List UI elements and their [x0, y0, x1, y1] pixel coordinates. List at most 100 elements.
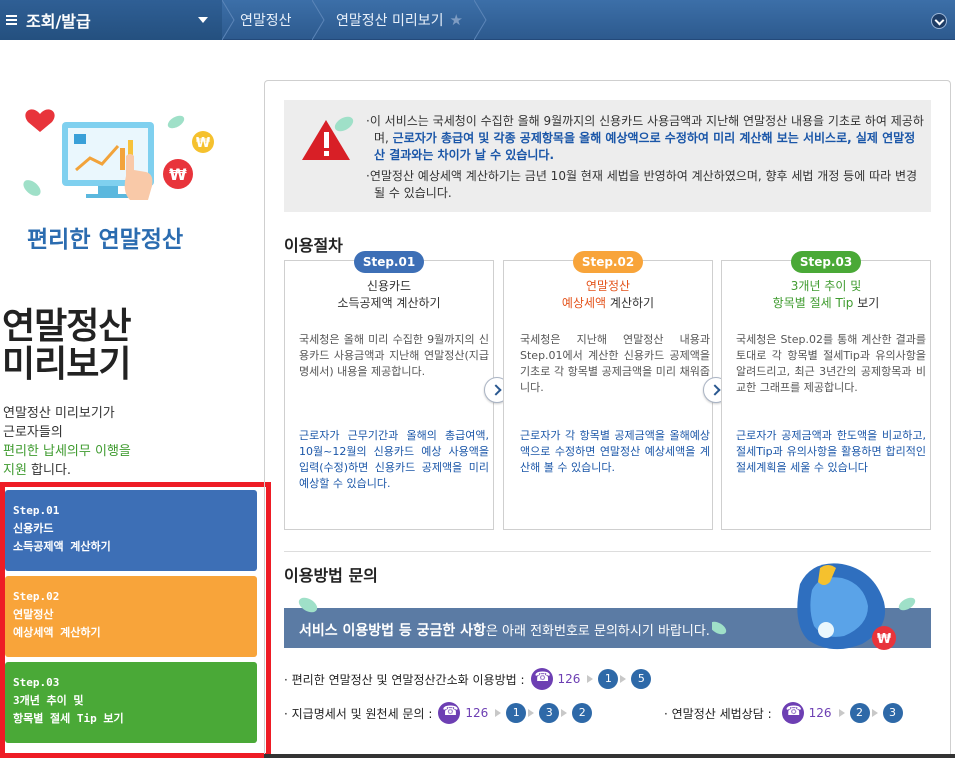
key-badge: 2 — [572, 703, 593, 723]
menu-dropdown[interactable]: 조회/발급 — [0, 0, 222, 40]
monitor-illustration: ₩ ₩ — [23, 109, 214, 200]
favorite-star-icon[interactable]: ★ — [450, 11, 463, 29]
step-label: 소득공제액 계산하기 — [13, 540, 111, 553]
card-heading-line: 보기 — [853, 296, 880, 310]
arrow-right-icon — [561, 709, 568, 717]
arrow-right-icon — [495, 709, 502, 717]
arrow-right-icon — [620, 675, 627, 683]
step-pill: Step.02 — [573, 251, 643, 273]
phone-number: 126 — [465, 706, 489, 720]
contact-row-withholding: · 지급명세서 및 원천세 문의 : 126 1 3 2 — [284, 702, 593, 724]
step-pill: Step.03 — [791, 251, 861, 273]
phone-icon — [781, 702, 804, 724]
contact-label: · 연말정산 세법상담 : — [664, 706, 772, 721]
banner-text: 은 아래 전화번호로 문의하시기 바랍니다. — [485, 624, 710, 639]
banner-bold-text: 서비스 이용방법 등 궁금한 사항 — [299, 623, 486, 639]
key-badge: 2 — [849, 703, 870, 723]
contact-label: · 지급명세서 및 원천세 문의 : — [284, 706, 433, 721]
key-badge: 1 — [506, 703, 527, 723]
step-label: 신용카드 — [13, 522, 54, 535]
menu-title: 조회/발급 — [26, 12, 91, 31]
key-badge: 3 — [539, 703, 560, 723]
card-blue-text: 근로자가 근무기간과 올해의 총급여액, 10월~12월의 신용카드 예상 사용… — [299, 429, 489, 490]
top-navigation-bar: 조회/발급 연말정산 연말정산 미리보기 ★ — [0, 0, 955, 40]
card-blue-text: 근로자가 공제금액과 한도액을 비교하고, 절세Tip과 유의사항을 활용하면 … — [736, 429, 926, 474]
inquiry-banner-text: 서비스 이용방법 등 궁금한 사항은 아래 전화번호로 문의하시기 바랍니다. — [299, 620, 710, 640]
inquiry-title: 이용방법 문의 — [284, 566, 378, 585]
contact-row-tax-consult: · 연말정산 세법상담 : 126 2 3 — [664, 702, 903, 724]
phone-number: 126 — [557, 672, 581, 686]
notice-paragraph: ·이 서비스는 국세청이 수집한 올해 9월까지의 신용카드 사용금액과 지난해… — [366, 114, 924, 162]
key-badge: 5 — [631, 669, 652, 689]
card-heading-line: 소득공제액 계산하기 — [337, 296, 441, 310]
card-body-text: 국세청은 지난해 연말정산 내용과 Step.01에서 계산한 신용카드 공제액… — [520, 333, 710, 394]
card-heading: 3개년 추이 및 항목별 절세 Tip 보기 — [721, 278, 931, 312]
service-description: 연말정산 미리보기가 근로자들의 편리한 납세의무 이행을 지원 합니다. — [3, 404, 131, 480]
leaf-icon — [298, 597, 318, 613]
notice-paragraph: ·연말정산 예상세액 계산하기는 금년 10월 현재 세법을 반영하여 계산하였… — [366, 169, 918, 200]
notice-sentence: 연말정산 예상세액 계산하기는 금년 10월 현재 세법을 반영하여 계산하였으… — [369, 169, 918, 200]
card-heading-highlight: 항목별 절세 Tip — [772, 296, 854, 310]
step-01-button[interactable]: Step.01 신용카드 소득공제액 계산하기 — [5, 490, 257, 571]
breadcrumb-separator-icon — [222, 0, 235, 40]
description-highlight: 편리한 납세의무 이행을 — [3, 444, 131, 459]
breadcrumb-item-year-end-settlement[interactable]: 연말정산 — [240, 0, 292, 40]
page-title-line: 미리보기 — [2, 344, 131, 385]
hamburger-icon — [6, 13, 17, 27]
arrow-right-icon — [838, 709, 845, 717]
step-pill: Step.01 — [354, 251, 424, 273]
step-03-button[interactable]: Step.03 3개년 추이 및 항목별 절세 Tip 보기 — [5, 662, 257, 743]
service-subtitle: 편리한 연말정산 — [27, 227, 184, 253]
description-line: 근로자들의 — [3, 425, 63, 440]
card-heading-line: 3개년 추이 및 — [790, 279, 862, 293]
card-heading: 연말정산 예상세액 계산하기 — [503, 278, 713, 312]
phone-illustration: ₩ — [712, 563, 916, 650]
bottom-border — [264, 754, 955, 758]
expand-circle-icon[interactable] — [931, 13, 947, 29]
warning-icon — [302, 116, 354, 160]
contact-row-simplified: · 편리한 연말정산 및 연말정산간소화 이용방법 : 126 1 5 — [284, 668, 652, 690]
step-label: 연말정산 — [13, 608, 54, 621]
key-badge: 1 — [598, 669, 619, 689]
card-heading-line: 계산하기 — [606, 296, 655, 310]
description-line: 합니다. — [26, 463, 72, 478]
description-highlight: 지원 — [3, 463, 27, 478]
notice-text: ·이 서비스는 국세청이 수집한 올해 9월까지의 신용카드 사용금액과 지난해… — [366, 113, 926, 206]
card-heading-line: 신용카드 — [366, 279, 412, 293]
card-blue-text: 근로자가 각 항목별 공제금액을 올해예상액으로 수정하면 연말정산 예상세액을… — [520, 429, 710, 474]
description-line: 연말정산 미리보기가 — [3, 406, 115, 421]
breadcrumb-label: 연말정산 — [240, 13, 292, 29]
breadcrumb-label: 연말정산 미리보기 — [336, 13, 444, 29]
card-heading: 신용카드 소득공제액 계산하기 — [284, 278, 494, 312]
step-label: 예상세액 계산하기 — [13, 626, 101, 639]
contact-label: · 편리한 연말정산 및 연말정산간소화 이용방법 : — [284, 672, 525, 687]
card-body-text: 국세청은 Step.02를 통해 계산한 결과를 토대로 각 항목별 절세Tip… — [736, 333, 926, 394]
page-title-line: 연말정산 — [2, 306, 131, 347]
chevron-down-icon — [198, 17, 208, 23]
phone-number: 126 — [808, 706, 832, 720]
card-heading-line: 연말정산 — [585, 279, 631, 293]
step-label: 3개년 추이 및 — [13, 694, 84, 707]
step-label: Step.01 — [13, 504, 60, 517]
phone-icon — [530, 668, 553, 690]
phone-icon — [438, 702, 461, 724]
arrow-right-icon — [871, 709, 878, 717]
arrow-right-icon — [587, 675, 594, 683]
svg-text:₩: ₩ — [169, 165, 187, 184]
section-divider — [284, 551, 931, 552]
card-heading-highlight: 예상세액 — [561, 296, 607, 310]
procedure-title: 이용절차 — [284, 236, 343, 255]
svg-text:₩: ₩ — [196, 136, 211, 151]
step-label: Step.03 — [13, 676, 60, 689]
step-label: Step.02 — [13, 590, 60, 603]
step-02-button[interactable]: Step.02 연말정산 예상세액 계산하기 — [5, 576, 257, 657]
breadcrumb-separator-icon — [474, 0, 487, 40]
page-title: 연말정산 미리보기 — [2, 306, 131, 385]
breadcrumb-separator-icon — [312, 0, 325, 40]
svg-text:₩: ₩ — [877, 632, 892, 647]
arrow-right-icon — [528, 709, 535, 717]
step-label: 항목별 절세 Tip 보기 — [13, 712, 124, 725]
notice-highlight: 근로자가 총급여 및 각종 공제항목을 올해 예상액으로 수정하여 미리 계산해… — [374, 131, 916, 162]
breadcrumb-item-preview[interactable]: 연말정산 미리보기 ★ — [336, 0, 463, 40]
key-badge: 3 — [882, 703, 903, 723]
